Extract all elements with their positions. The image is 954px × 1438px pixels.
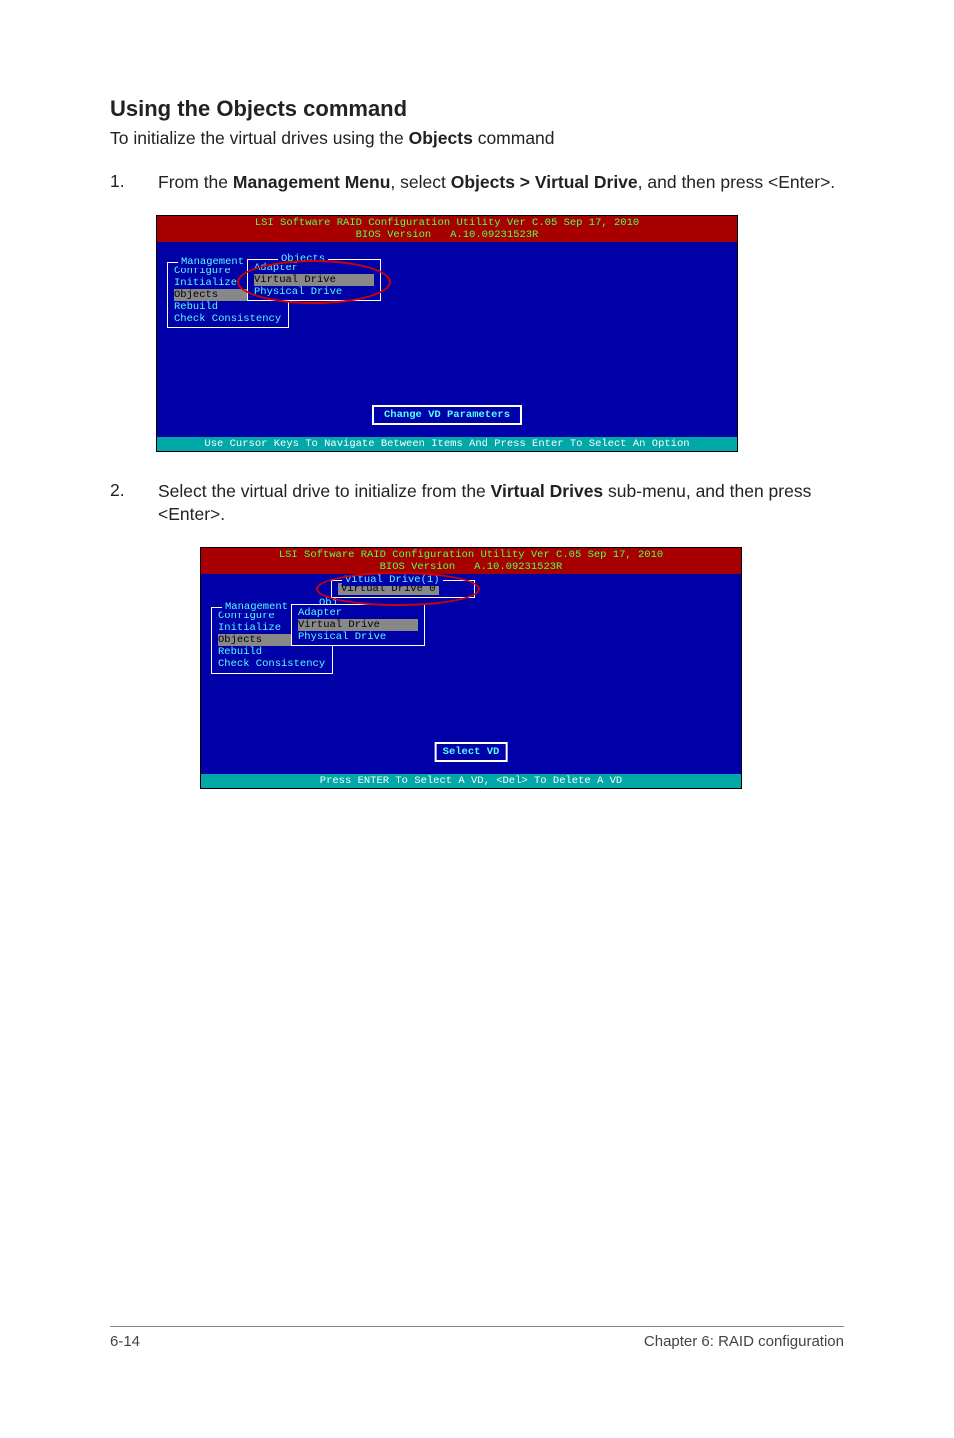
step-1-body: From the Management Menu, select Objects…	[158, 171, 844, 195]
management-panel-label: Management	[178, 256, 247, 268]
bios1-title-line1: LSI Software RAID Configuration Utility …	[255, 217, 639, 229]
section-title: Using the Objects command	[110, 96, 844, 122]
management-panel-2-label: Management	[222, 601, 291, 613]
bios-screenshot-2: LSI Software RAID Configuration Utility …	[200, 547, 844, 789]
virtual-drive-panel: Vitual Drive(1) Virtual Drive 0	[331, 580, 475, 598]
bios1-title-line2: BIOS Version A.10.09231523R	[356, 229, 539, 241]
step-1: 1. From the Management Menu, select Obje…	[110, 171, 844, 195]
step-1-text-a: From the	[158, 172, 233, 192]
objects2-item-virtual-drive: Virtual Drive	[298, 619, 418, 631]
bios1-titlebar: LSI Software RAID Configuration Utility …	[157, 216, 737, 242]
step-2: 2. Select the virtual drive to initializ…	[110, 480, 844, 527]
lead-paragraph: To initialize the virtual drives using t…	[110, 128, 844, 149]
mgmt-item-rebuild: Rebuild	[174, 301, 282, 313]
mgmt2-item-check-consistency: Check Consistency	[218, 658, 326, 670]
objects2-item-adapter: Adapter	[298, 607, 418, 619]
page-footer: 6-14 Chapter 6: RAID configuration	[110, 1326, 844, 1350]
step-2-text-a: Select the virtual drive to initialize f…	[158, 481, 491, 501]
objects-panel: Objects Adapter Virtual Drive Physical D…	[247, 259, 381, 301]
objects-item-physical-drive: Physical Drive	[254, 286, 374, 298]
bios-screenshot-1: LSI Software RAID Configuration Utility …	[156, 215, 844, 452]
mgmt2-item-rebuild: Rebuild	[218, 646, 326, 658]
bios2-title-line1: LSI Software RAID Configuration Utility …	[279, 549, 663, 561]
objects-panel-2: Adapter Virtual Drive Physical Drive	[291, 604, 425, 646]
page-footer-left: 6-14	[110, 1333, 140, 1350]
bios1-footer: Use Cursor Keys To Navigate Between Item…	[157, 437, 737, 451]
mgmt-item-check-consistency: Check Consistency	[174, 313, 282, 325]
bios2-title-line2: BIOS Version A.10.09231523R	[380, 561, 563, 573]
page-footer-right: Chapter 6: RAID configuration	[644, 1333, 844, 1350]
bios2-hint: Select VD	[435, 742, 508, 762]
step-1-text-b: , select	[390, 172, 450, 192]
step-1-bold-b: Objects > Virtual Drive	[451, 172, 638, 192]
bios1-hint: Change VD Parameters	[372, 405, 522, 425]
virtual-drive-panel-label: Vitual Drive(1)	[342, 574, 443, 586]
objects-panel-label: Objects	[278, 253, 328, 265]
lead-suffix: command	[473, 128, 555, 148]
lead-bold: Objects	[409, 128, 473, 148]
step-1-bold-a: Management Menu	[233, 172, 391, 192]
step-1-number: 1.	[110, 171, 130, 195]
step-1-text-c: , and then press <Enter>.	[638, 172, 836, 192]
step-2-bold-a: Virtual Drives	[491, 481, 604, 501]
bios2-titlebar: LSI Software RAID Configuration Utility …	[201, 548, 741, 574]
step-2-number: 2.	[110, 480, 130, 527]
objects2-item-physical-drive: Physical Drive	[298, 631, 418, 643]
bios2-footer: Press ENTER To Select A VD, <Del> To Del…	[201, 774, 741, 788]
objects-item-virtual-drive: Virtual Drive	[254, 274, 374, 286]
step-2-body: Select the virtual drive to initialize f…	[158, 480, 844, 527]
lead-prefix: To initialize the virtual drives using t…	[110, 128, 409, 148]
